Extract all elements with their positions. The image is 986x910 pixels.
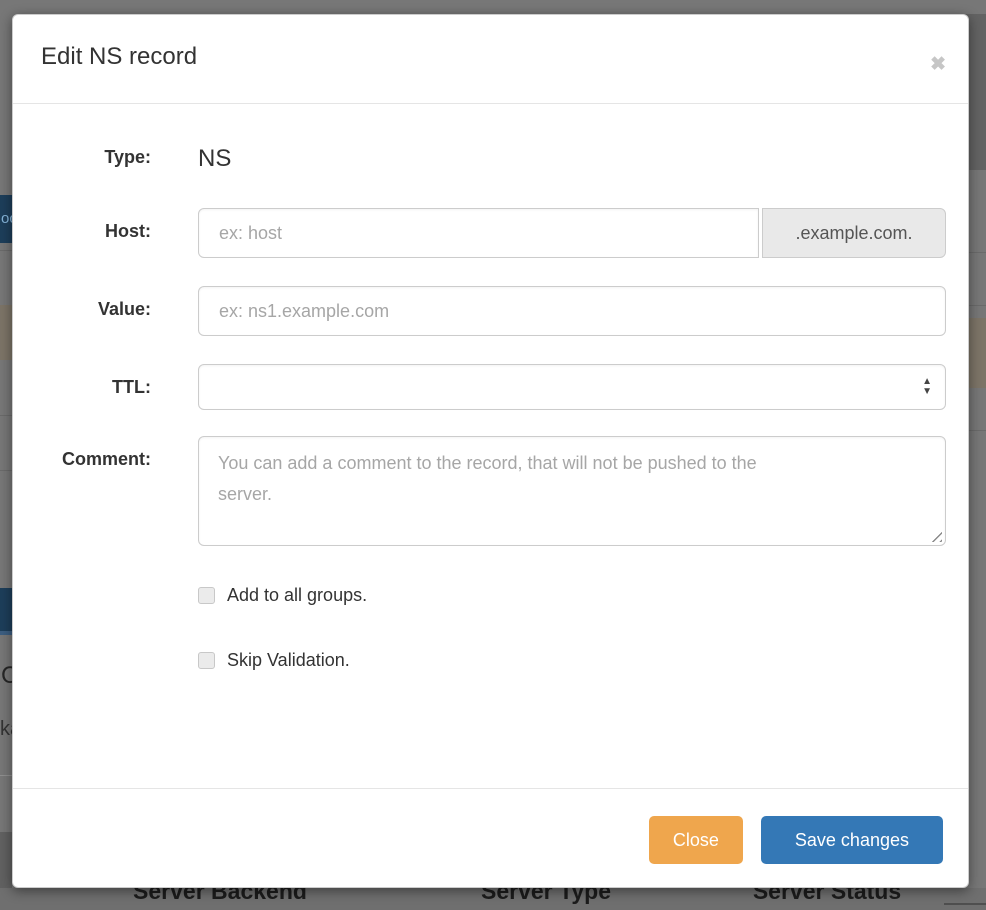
add-to-all-groups-checkbox[interactable]: [198, 587, 215, 604]
value-field-row: Value:: [39, 286, 943, 336]
type-field-row: Type: NS: [39, 134, 943, 173]
add-to-all-groups-label[interactable]: Add to all groups.: [227, 585, 367, 606]
host-field-row: Host: .example.com.: [39, 208, 943, 258]
host-input[interactable]: [198, 208, 759, 258]
skip-validation-checkbox[interactable]: [198, 652, 215, 669]
background-table-border: [944, 903, 986, 905]
skip-validation-label[interactable]: Skip Validation.: [227, 650, 350, 671]
edit-ns-record-modal: Edit NS record ✖ Type: NS Host: .example…: [12, 14, 969, 888]
modal-footer: Close Save changes: [13, 788, 968, 887]
modal-close-button[interactable]: ✖: [930, 55, 946, 74]
comment-label: Comment:: [39, 436, 198, 470]
comment-textarea[interactable]: [198, 436, 946, 546]
modal-title: Edit NS record: [41, 43, 968, 71]
ttl-select[interactable]: [198, 364, 946, 410]
modal-header: Edit NS record ✖: [13, 15, 968, 104]
value-label: Value:: [39, 286, 198, 320]
host-label: Host:: [39, 208, 198, 242]
add-to-all-groups-row: Add to all groups.: [39, 585, 943, 606]
type-label: Type:: [39, 134, 198, 168]
close-icon: ✖: [930, 54, 946, 75]
modal-body: Type: NS Host: .example.com. Value: TTL:…: [13, 104, 968, 788]
comment-field-row: Comment:: [39, 436, 943, 546]
value-input[interactable]: [198, 286, 946, 336]
close-button[interactable]: Close: [649, 816, 743, 864]
skip-validation-row: Skip Validation.: [39, 650, 943, 671]
host-domain-addon: .example.com.: [762, 208, 946, 258]
type-value: NS: [198, 134, 946, 173]
ttl-field-row: TTL: ▲ ▼: [39, 364, 943, 410]
save-changes-button[interactable]: Save changes: [761, 816, 943, 864]
background-divider: [0, 775, 12, 776]
ttl-label: TTL:: [39, 364, 198, 398]
